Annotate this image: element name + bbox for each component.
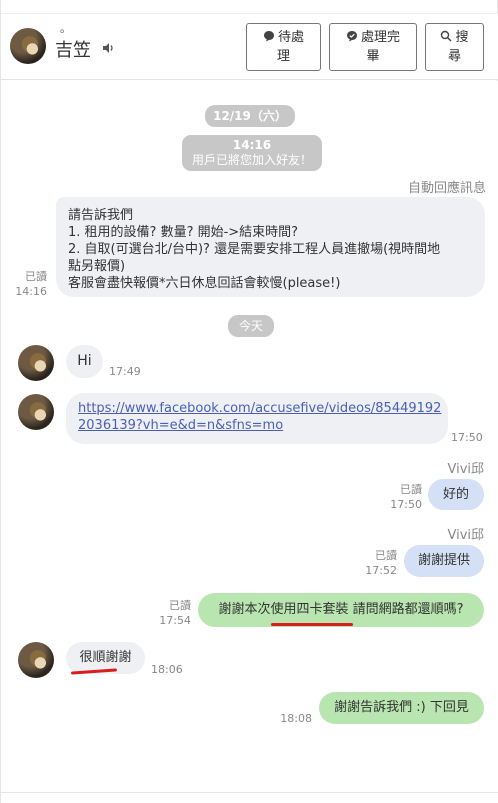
system-text: 用戶已將您加入好友！ [191,153,312,167]
auto-reply-line: 客服會盡快報價*六日休息回話會較慢(please!) [68,276,341,291]
contact-avatar[interactable] [10,28,46,64]
incoming-message[interactable]: Hi [66,345,103,378]
auto-reply-line: 點另報價) [68,259,126,274]
read-receipt: 已讀 [169,599,191,612]
message-list[interactable]: 12/19（六） 14:16 用戶已將您加入好友！ 自動回應訊息 已讀 14:1… [1,81,498,803]
message-time: 17:50 [451,431,483,444]
done-label-1: 處理完 [360,30,400,45]
message-time: 17:54 [159,614,191,627]
message-meta: 已讀 17:52 [362,548,397,578]
auto-reply-meta: 已讀 14:16 [15,269,47,299]
speaker-icon[interactable] [101,41,115,55]
date-divider: 12/19（六） [205,105,295,127]
message-time: 18:06 [151,663,183,676]
message-meta: 已讀 17:54 [156,598,191,628]
today-divider: 今天 [228,315,274,337]
system-time: 14:16 [232,138,272,152]
auto-reply-line: 請告訴我們 [68,208,134,223]
read-receipt: 已讀 [375,549,397,562]
chat-bubble-icon [263,31,274,42]
incoming-link-message[interactable]: https://www.facebook.com/accusefive/vide… [66,393,448,444]
message-time: 17:52 [365,564,397,577]
contact-name[interactable]: 吉笠 [55,36,91,62]
sender-name: Vivi邱 [447,462,484,477]
message-time: 18:08 [280,712,312,725]
status-dot: 。 [60,22,71,35]
contact-avatar[interactable] [18,394,54,430]
system-message: 14:16 用戶已將您加入好友！ [182,135,322,171]
message-time: 14:16 [15,285,47,298]
message-meta: 已讀 17:50 [387,482,422,512]
message-time: 17:50 [390,498,422,511]
auto-reply-line: 2. 自取(可選台北/台中)? 還是需要安排工程人員進撤場(視時間地 [68,242,441,257]
contact-avatar[interactable] [18,345,54,381]
red-underline-annotation [271,623,353,626]
contact-avatar[interactable] [18,642,54,678]
read-receipt: 已讀 [400,483,422,496]
auto-reply-label: 自動回應訊息 [407,181,486,196]
message-link[interactable]: 2036139?vh=e&d=n&sfns=mo [78,418,283,433]
outgoing-message[interactable]: 謝謝本次使用四卡套裝 請問網路都還順嗎? [198,593,484,627]
pending-label-2: 理 [276,49,290,64]
search-button[interactable]: 搜 尋 [425,23,484,71]
pending-button[interactable]: 待處 理 [246,23,321,71]
bottom-divider [1,792,498,793]
done-button[interactable]: 處理完 畢 [329,23,417,71]
auto-reply-bubble[interactable]: 請告訴我們 1. 租用的設備? 數量? 開始->結束時間? 2. 自取(可選台北… [56,197,485,297]
chat-window: 。 吉笠 待處 理 處理完 畢 搜 尋 12/19（六） 14:16 用戶已將您… [0,0,498,803]
outgoing-message[interactable]: 謝謝提供 [404,545,484,577]
search-label-2: 尋 [447,49,461,64]
auto-reply-line: 1. 租用的設備? 數量? 開始->結束時間? [68,225,299,240]
message-time: 17:49 [109,365,141,378]
search-icon [441,30,453,42]
chat-header: 。 吉笠 待處 理 處理完 畢 搜 尋 [1,14,498,80]
sender-name: Vivi邱 [447,528,484,543]
pending-label-1: 待處 [277,30,304,45]
check-bubble-icon [346,31,357,42]
message-link[interactable]: https://www.facebook.com/accusefive/vide… [78,401,441,416]
outgoing-message[interactable]: 謝謝告訴我們 :) 下回見 [319,692,484,724]
read-receipt: 已讀 [25,270,47,283]
outgoing-message[interactable]: 好的 [428,479,484,510]
search-label-1: 搜 [455,30,469,45]
done-label-2: 畢 [366,49,380,64]
